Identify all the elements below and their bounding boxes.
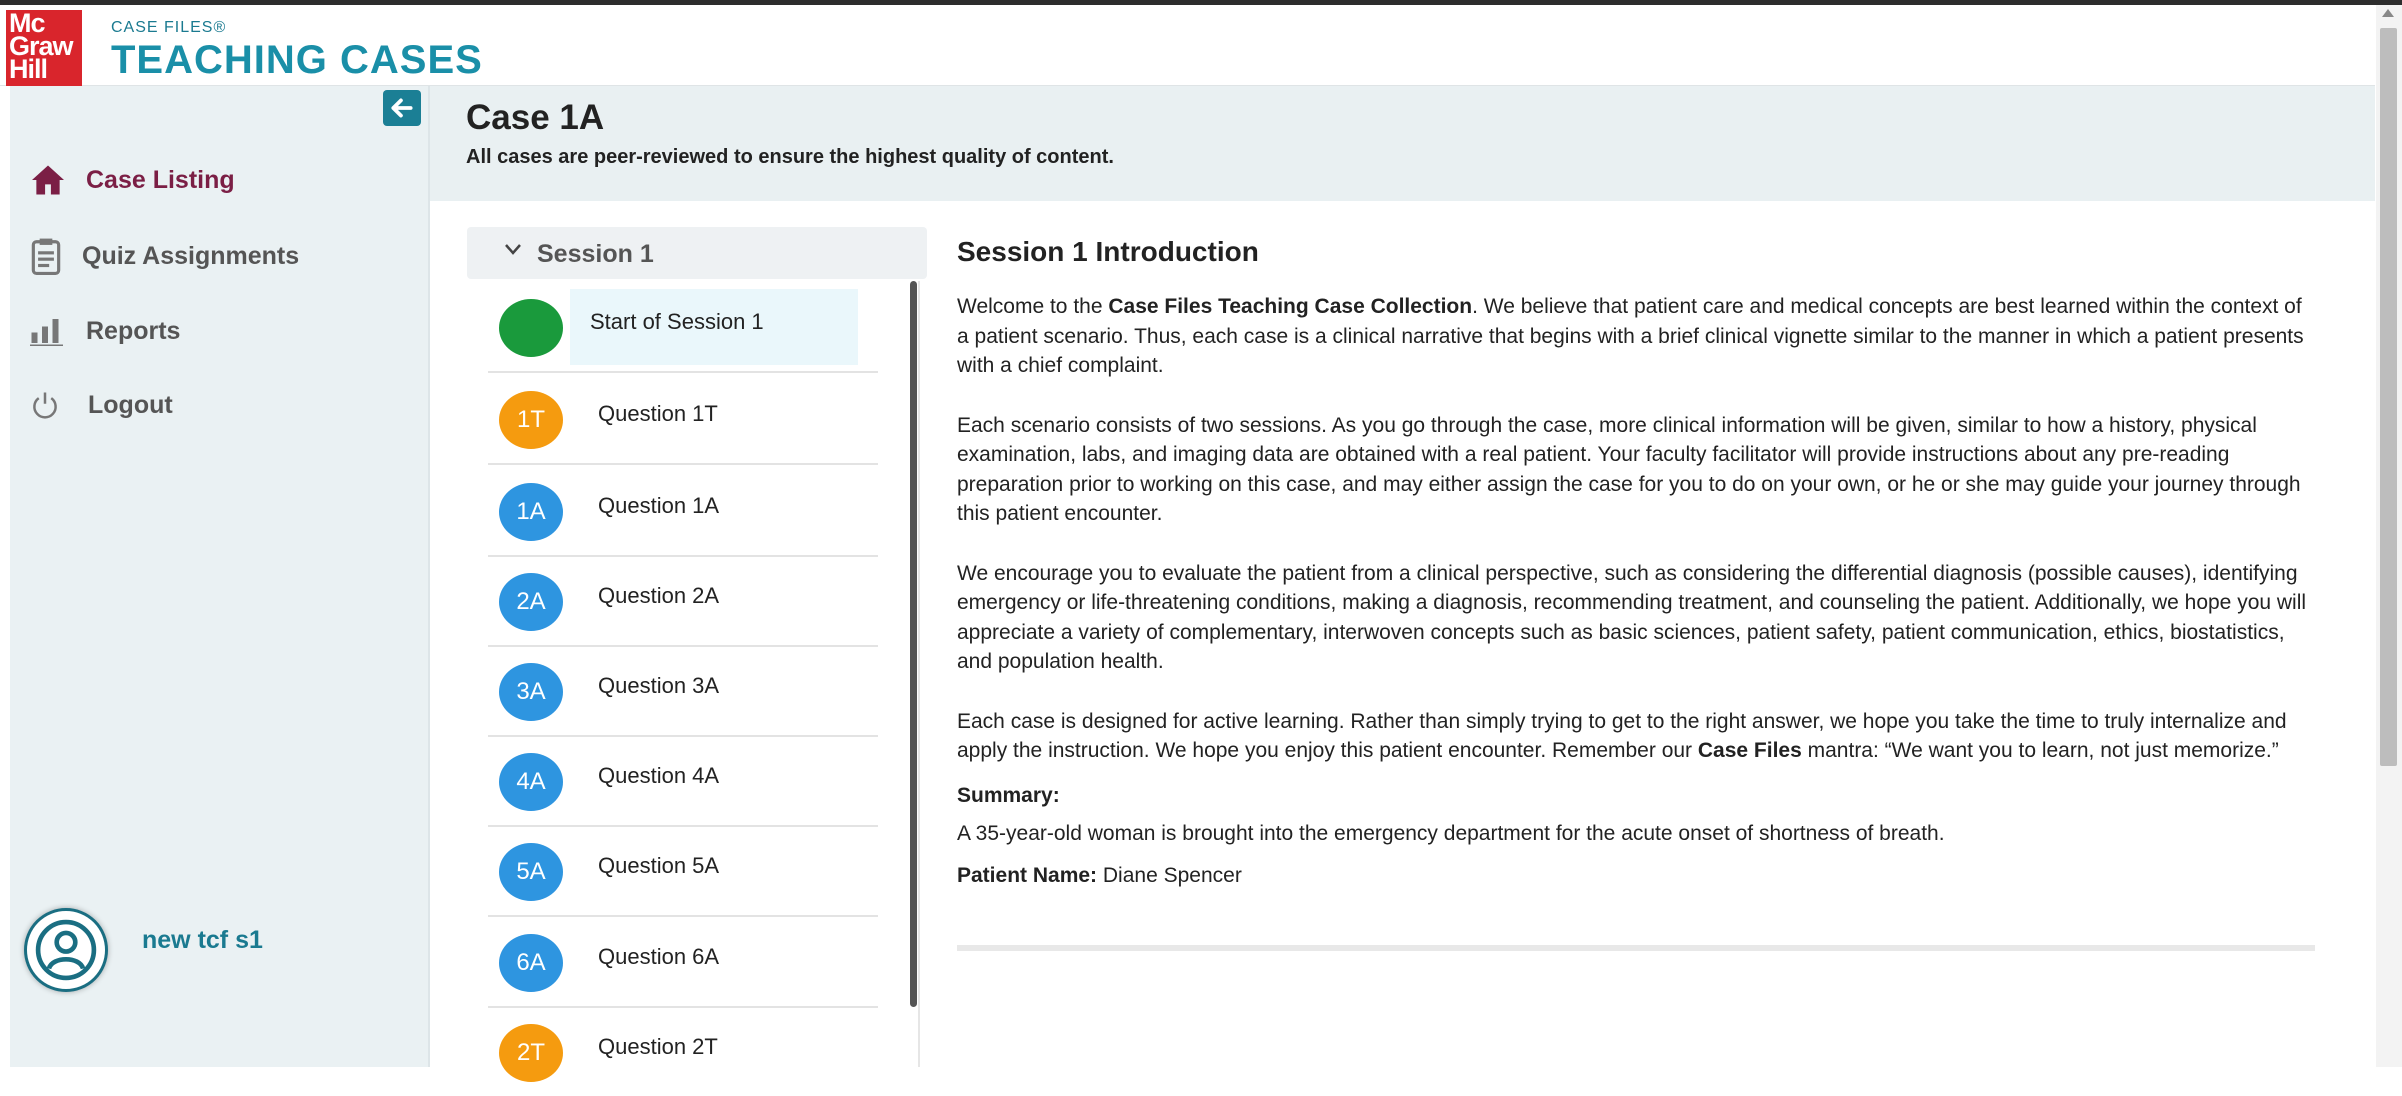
text-bold: Case Files bbox=[1697, 739, 1802, 762]
list-item-question-3a[interactable]: 3A Question 3A bbox=[488, 645, 878, 737]
user-name[interactable]: new tcf s1 bbox=[142, 926, 263, 955]
session-accordion-header[interactable]: Session 1 bbox=[467, 227, 927, 279]
collapse-sidebar-button[interactable] bbox=[383, 90, 421, 126]
patient-name-label: Patient Name: bbox=[957, 863, 1098, 887]
list-item-label: Question 2T bbox=[598, 1034, 718, 1059]
logo-line-3: Hill bbox=[9, 54, 48, 84]
sidebar-item-label: Case Listing bbox=[86, 165, 235, 194]
session-list-scrollbar[interactable] bbox=[910, 281, 917, 1007]
page-subtitle: All cases are peer-reviewed to ensure th… bbox=[466, 146, 1114, 168]
intro-paragraph-1: Welcome to the Case Files Teaching Case … bbox=[957, 292, 2317, 381]
status-badge: 5A bbox=[499, 843, 563, 901]
sidebar-item-label: Quiz Assignments bbox=[82, 241, 300, 270]
status-badge: 3A bbox=[499, 663, 563, 721]
brand-small: CASE FILES® bbox=[111, 19, 227, 36]
list-item-label: Question 2A bbox=[598, 583, 720, 608]
list-item-question-1t[interactable]: 1T Question 1T bbox=[488, 373, 878, 465]
brand-title[interactable]: CASE FILES® TEACHING CASES bbox=[111, 19, 483, 81]
summary-text: A 35-year-old woman is brought into the … bbox=[957, 821, 1945, 845]
summary-heading: Summary: bbox=[957, 783, 1060, 807]
list-item-start-session[interactable]: Start of Session 1 bbox=[488, 281, 878, 373]
status-badge: 2T bbox=[499, 1024, 563, 1082]
list-item-label: Question 1A bbox=[598, 493, 720, 518]
intro-paragraph-4: Each case is designed for active learnin… bbox=[957, 707, 2317, 766]
list-item-label: Question 1T bbox=[598, 401, 718, 426]
list-item-label: Start of Session 1 bbox=[590, 309, 764, 334]
arrow-left-icon bbox=[391, 98, 413, 118]
status-badge: 2A bbox=[499, 573, 563, 631]
case-header: Case 1A All cases are peer-reviewed to e… bbox=[430, 86, 2375, 201]
list-item-question-2a[interactable]: 2A Question 2A bbox=[488, 555, 878, 647]
list-item-question-6a[interactable]: 6A Question 6A bbox=[488, 916, 878, 1008]
list-item-question-1a[interactable]: 1A Question 1A bbox=[488, 465, 878, 557]
intro-paragraph-3: We encourage you to evaluate the patient… bbox=[957, 561, 2307, 674]
session-introduction: Session 1 Introduction Welcome to the Ca… bbox=[957, 236, 2317, 888]
scroll-up-icon[interactable] bbox=[2382, 9, 2394, 17]
home-icon bbox=[30, 164, 70, 196]
status-badge: 1A bbox=[499, 483, 563, 541]
avatar[interactable] bbox=[24, 908, 108, 992]
user-icon bbox=[35, 919, 97, 981]
sidebar-item-label: Reports bbox=[86, 316, 181, 345]
list-item-question-5a[interactable]: 5A Question 5A bbox=[488, 825, 878, 917]
sidebar-item-label: Logout bbox=[88, 390, 173, 419]
text-span: mantra: “We want you to learn, not just … bbox=[1801, 739, 2279, 762]
sidebar-item-quiz-assignments[interactable]: Quiz Assignments bbox=[30, 234, 299, 278]
list-item-question-4a[interactable]: 4A Question 4A bbox=[488, 735, 878, 827]
page-scrollbar-thumb[interactable] bbox=[2380, 28, 2397, 766]
chevron-down-icon bbox=[503, 239, 523, 265]
status-badge: 6A bbox=[499, 934, 563, 992]
sidebar-item-case-listing[interactable]: Case Listing bbox=[30, 158, 235, 202]
list-item-label: Question 3A bbox=[598, 673, 720, 698]
panel-divider bbox=[918, 281, 920, 1067]
sidebar: Case Listing Quiz Assignments Reports Lo… bbox=[10, 86, 430, 1067]
session-label: Session 1 bbox=[537, 240, 654, 268]
sidebar-item-logout[interactable]: Logout bbox=[30, 383, 173, 427]
page-title: Case 1A bbox=[466, 98, 605, 137]
patient-name: Patient Name: Diane Spencer bbox=[957, 864, 2317, 888]
list-item-label: Question 4A bbox=[598, 763, 720, 788]
list-item-label: Question 6A bbox=[598, 944, 720, 969]
patient-name-value: Diane Spencer bbox=[1102, 863, 1242, 887]
text-bold: Case Files Teaching Case Collection bbox=[1108, 295, 1473, 318]
clipboard-icon bbox=[30, 237, 70, 275]
bar-chart-icon bbox=[30, 316, 70, 346]
list-item-question-2t[interactable]: 2T Question 2T bbox=[488, 1006, 878, 1096]
divider bbox=[957, 945, 2315, 951]
list-item-label: Question 5A bbox=[598, 853, 720, 878]
brand-big: TEACHING CASES bbox=[111, 38, 483, 82]
status-badge: 1T bbox=[499, 391, 563, 449]
app-header: Mc Graw Hill CASE FILES® TEACHING CASES bbox=[0, 5, 2375, 86]
status-badge bbox=[499, 299, 563, 357]
mcgraw-hill-logo[interactable]: Mc Graw Hill bbox=[6, 10, 82, 86]
status-badge: 4A bbox=[499, 753, 563, 811]
user-profile[interactable]: new tcf s1 bbox=[24, 908, 263, 992]
section-heading: Session 1 Introduction bbox=[957, 236, 1259, 267]
text-span: Welcome to the bbox=[957, 295, 1109, 318]
intro-paragraph-2: Each scenario consists of two sessions. … bbox=[957, 413, 2301, 526]
sidebar-item-reports[interactable]: Reports bbox=[30, 309, 180, 353]
power-icon bbox=[30, 390, 70, 420]
